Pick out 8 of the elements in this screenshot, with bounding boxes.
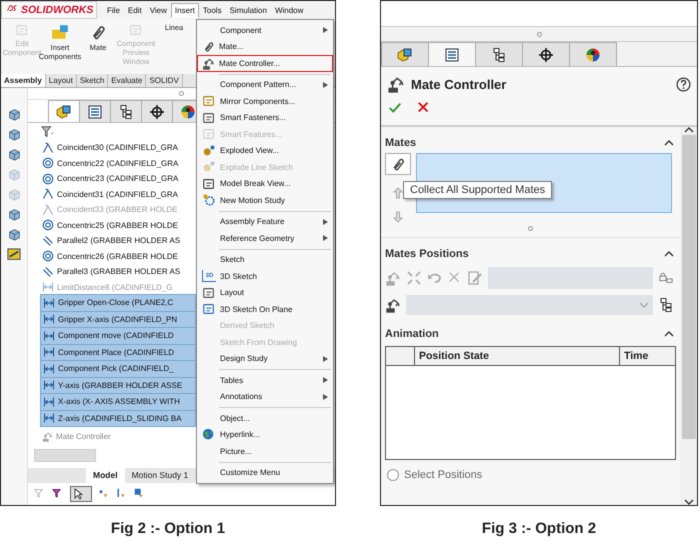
panel-title: Mate Controller [411, 76, 508, 92]
tooltip: Collect All Supported Mates [403, 181, 552, 199]
logo-text: SOLIDWORKS [21, 4, 94, 16]
figure-caption: Fig 2 :- Option 1 [110, 520, 226, 537]
figure-caption: Fig 3 :- Option 2 [482, 520, 596, 537]
section-title: Mates Positions [385, 248, 469, 260]
section-title: Animation [385, 328, 439, 340]
section-title: Mates [385, 137, 416, 149]
